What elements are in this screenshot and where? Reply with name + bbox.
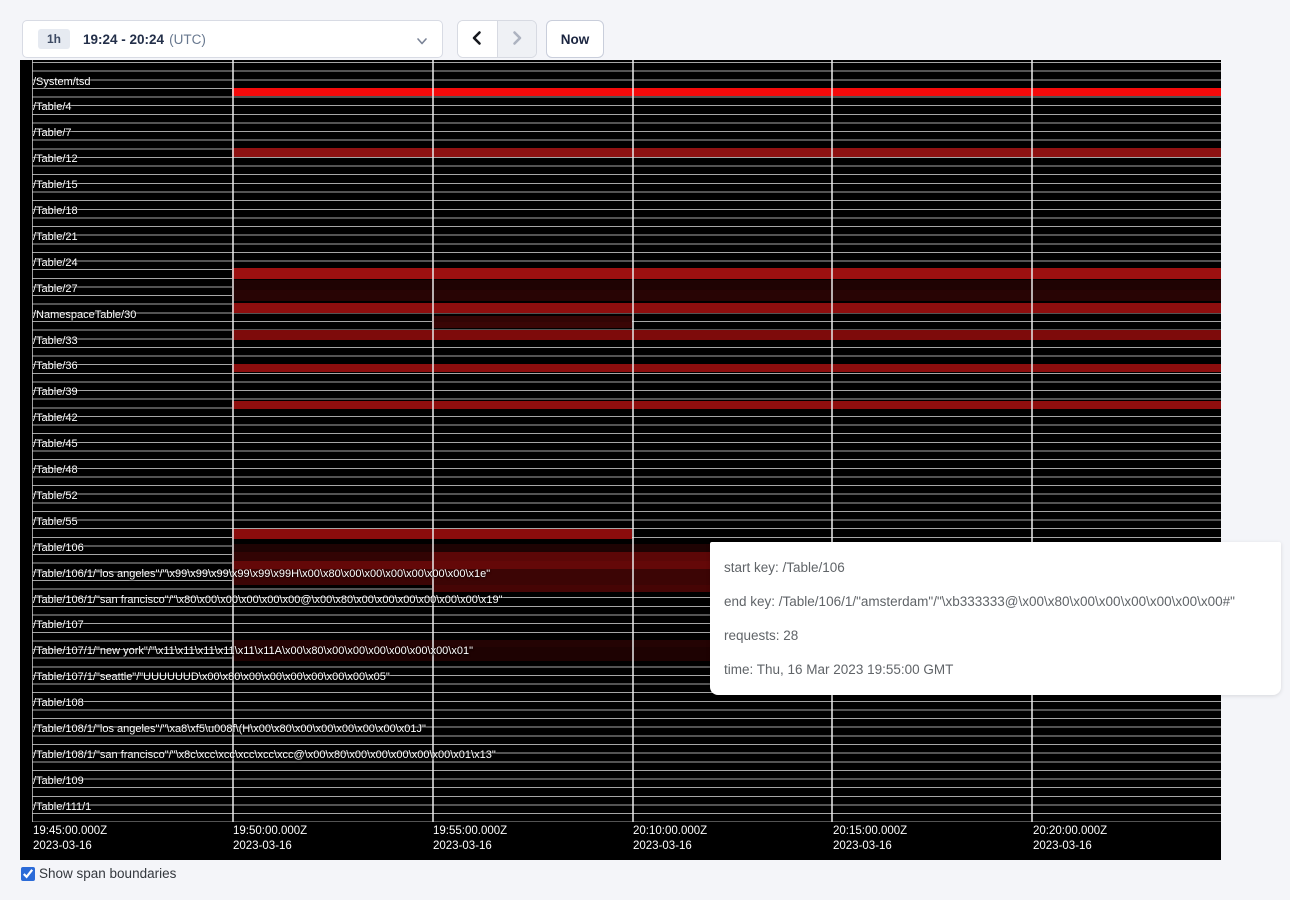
heat-stripe — [232, 552, 432, 561]
row-label: /Table/24 — [33, 258, 78, 269]
show-span-boundaries-control: Show span boundaries — [21, 866, 176, 881]
show-span-boundaries-checkbox[interactable] — [21, 867, 35, 881]
x-tick-time: 20:20:00.000Z — [1033, 824, 1107, 839]
x-tick-time: 19:50:00.000Z — [233, 824, 307, 839]
x-tick-date: 2023-03-16 — [833, 839, 907, 854]
row-label: /Table/4 — [33, 102, 72, 113]
x-axis-tick: 20:10:00.000Z2023-03-16 — [633, 824, 707, 854]
x-tick-time: 19:45:00.000Z — [33, 824, 107, 839]
chevron-down-icon — [416, 34, 428, 52]
tooltip-time: time: Thu, 16 Mar 2023 19:55:00 GMT — [724, 653, 1267, 687]
now-button[interactable]: Now — [546, 20, 604, 58]
prev-range-button[interactable] — [458, 21, 497, 57]
row-label: /Table/33 — [33, 336, 78, 347]
time-range-label: 19:24 - 20:24 — [83, 32, 164, 47]
row-label: /Table/36 — [33, 361, 78, 372]
row-label: /Table/107/1/"seattle"/"UUUUUUD\x00\x80\… — [33, 672, 390, 683]
span-tooltip: start key: /Table/106 end key: /Table/10… — [710, 542, 1281, 695]
time-gridline — [831, 60, 833, 822]
row-label: /Table/108 — [33, 698, 84, 709]
time-range-select[interactable]: 1h 19:24 - 20:24 (UTC) — [22, 20, 443, 58]
row-label: /Table/27 — [33, 284, 78, 295]
row-label: /Table/108/1/"san francisco"/"\x8c\xcc\x… — [33, 750, 496, 761]
heat-stripe — [232, 88, 1221, 96]
x-axis-tick: 20:20:00.000Z2023-03-16 — [1033, 824, 1107, 854]
row-label: /Table/18 — [33, 206, 78, 217]
row-label: /Table/48 — [33, 465, 78, 476]
show-span-boundaries-label: Show span boundaries — [39, 866, 176, 881]
key-visualizer-canvas[interactable]: /System/tsd/Table/4/Table/7/Table/12/Tab… — [20, 60, 1221, 860]
heat-stripe — [232, 544, 711, 552]
x-axis-tick: 19:50:00.000Z2023-03-16 — [233, 824, 307, 854]
row-label: /Table/52 — [33, 491, 78, 502]
heat-stripe — [232, 148, 1221, 157]
row-label: /Table/106 — [33, 543, 84, 554]
row-label: /Table/106/1/"san francisco"/"\x80\x00\x… — [33, 595, 503, 606]
heat-stripe — [432, 322, 632, 328]
row-label: /Table/39 — [33, 387, 78, 398]
x-tick-time: 20:15:00.000Z — [833, 824, 907, 839]
heat-stripe — [432, 552, 711, 561]
time-gridline — [432, 60, 434, 822]
time-range-timezone: (UTC) — [169, 32, 206, 47]
toolbar: 1h 19:24 - 20:24 (UTC) — [0, 0, 1290, 60]
heat-stripe — [232, 280, 1221, 290]
chevron-right-icon — [509, 30, 525, 49]
x-axis-tick: 20:15:00.000Z2023-03-16 — [833, 824, 907, 854]
row-label: /Table/111/1 — [33, 802, 91, 813]
x-tick-date: 2023-03-16 — [1033, 839, 1107, 854]
span-boundary-lines — [32, 62, 1221, 822]
next-range-button[interactable] — [497, 21, 537, 57]
row-label: /Table/109 — [33, 776, 84, 787]
heat-stripe — [232, 268, 1221, 279]
time-range-nav — [457, 20, 537, 58]
heat-stripe — [232, 401, 1221, 409]
row-label: /Table/7 — [33, 128, 72, 139]
x-tick-date: 2023-03-16 — [233, 839, 307, 854]
heat-stripe — [232, 303, 1221, 313]
key-visualizer-page: 1h 19:24 - 20:24 (UTC) — [0, 0, 1290, 900]
row-label: /Table/42 — [33, 413, 78, 424]
tooltip-end-key: end key: /Table/106/1/"amsterdam"/"\xb33… — [724, 585, 1267, 619]
heat-stripe — [232, 330, 1221, 340]
row-label: /Table/107/1/"new york"/"\x11\x11\x11\x1… — [33, 646, 473, 657]
x-tick-date: 2023-03-16 — [33, 839, 107, 854]
x-tick-date: 2023-03-16 — [433, 839, 507, 854]
row-label: /NamespaceTable/30 — [33, 310, 136, 321]
row-label: /Table/106/1/"los angeles"/"\x99\x99\x99… — [33, 569, 490, 580]
chevron-left-icon — [469, 30, 485, 49]
row-label: /Table/21 — [33, 232, 78, 243]
row-label: /Table/107 — [33, 620, 84, 631]
heat-stripe — [232, 364, 1221, 372]
heat-stripe — [232, 290, 1221, 301]
time-gridline — [1031, 60, 1033, 822]
time-range-preset-badge: 1h — [38, 29, 70, 49]
heat-stripe — [432, 585, 711, 592]
time-gridline — [232, 60, 234, 822]
tooltip-start-key: start key: /Table/106 — [724, 551, 1267, 585]
x-axis-tick: 19:55:00.000Z2023-03-16 — [433, 824, 507, 854]
row-label: /Table/108/1/"los angeles"/"\xa8\xf5\u00… — [33, 724, 426, 735]
row-label: /Table/15 — [33, 180, 78, 191]
row-label: /Table/12 — [33, 154, 78, 165]
row-label: /Table/55 — [33, 517, 78, 528]
x-tick-time: 20:10:00.000Z — [633, 824, 707, 839]
row-label: /System/tsd — [33, 77, 90, 88]
x-axis-tick: 19:45:00.000Z2023-03-16 — [33, 824, 107, 854]
tooltip-requests: requests: 28 — [724, 619, 1267, 653]
x-tick-date: 2023-03-16 — [633, 839, 707, 854]
x-tick-time: 19:55:00.000Z — [433, 824, 507, 839]
row-label: /Table/45 — [33, 439, 78, 450]
time-gridline — [632, 60, 634, 822]
